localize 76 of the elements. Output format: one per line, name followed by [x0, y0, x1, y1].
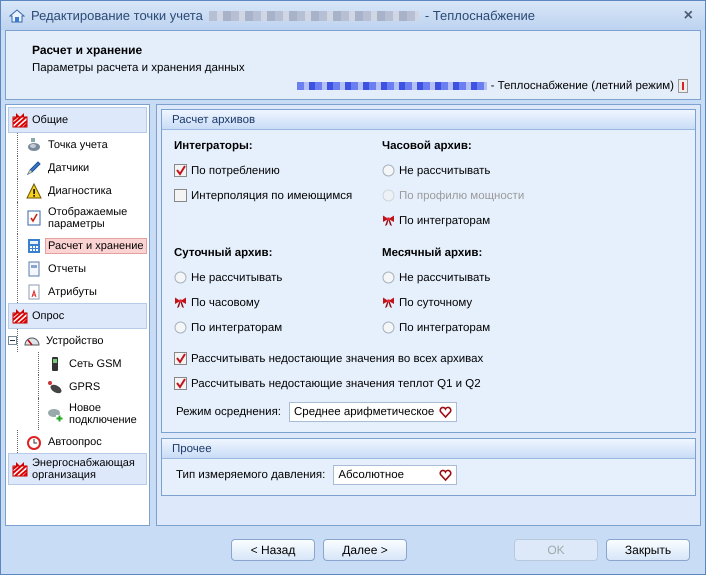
- gift-icon: [12, 461, 28, 477]
- radio-button[interactable]: [382, 271, 395, 284]
- bow-icon[interactable]: [382, 214, 395, 227]
- group-heading: Суточный архив:: [174, 247, 274, 259]
- field-label: Режим осреднения:: [176, 406, 281, 418]
- checkbox[interactable]: [174, 189, 187, 202]
- option-label[interactable]: Не рассчитывать: [191, 272, 282, 284]
- thermometer-icon: [678, 79, 688, 93]
- field-label: Тип измеряемого давления:: [176, 469, 326, 481]
- document-icon: [26, 260, 42, 276]
- radio-button[interactable]: [174, 271, 187, 284]
- dropdown[interactable]: Абсолютное: [333, 465, 458, 485]
- sidebar-item[interactable]: Автоопрос: [45, 434, 147, 450]
- window-title: - Теплоснабжение: [424, 8, 536, 23]
- bow-icon[interactable]: [382, 296, 395, 309]
- dialog-button[interactable]: < Назад: [231, 539, 315, 561]
- panel-title: Прочее: [162, 439, 695, 459]
- option-label[interactable]: По суточному: [399, 296, 472, 308]
- checklist-icon: [26, 210, 42, 226]
- sidebar-item[interactable]: Датчики: [45, 160, 147, 176]
- option-label[interactable]: По потреблению: [191, 164, 280, 176]
- gift-icon: [12, 112, 28, 128]
- sidebar-item[interactable]: Сеть GSM: [66, 356, 147, 372]
- document-icon: [26, 284, 42, 300]
- sidebar-item[interactable]: Точка учета: [45, 136, 147, 152]
- dropdown-arrow-icon[interactable]: [439, 406, 452, 418]
- sidebar-item[interactable]: Устройство: [43, 332, 147, 348]
- sidebar-group[interactable]: Опрос: [8, 303, 147, 329]
- group-heading: Часовой архив:: [382, 140, 473, 152]
- sidebar-group[interactable]: Общие: [8, 107, 147, 133]
- radio-button[interactable]: [382, 321, 395, 334]
- checkbox[interactable]: [174, 164, 187, 177]
- alarm-clock-icon: [26, 434, 42, 450]
- checkbox[interactable]: [174, 377, 187, 390]
- sidebar-item[interactable]: Отображаемые параметры: [45, 204, 147, 232]
- dialog-button[interactable]: Закрыть: [606, 539, 690, 561]
- sidebar-item[interactable]: Расчет и хранение: [45, 238, 147, 254]
- add-connection-icon: [47, 406, 63, 422]
- mode-label: - Теплоснабжение (летний режим): [490, 80, 674, 92]
- group-heading: Месячный архив:: [382, 247, 484, 259]
- radio-button[interactable]: [174, 321, 187, 334]
- checkbox[interactable]: [174, 352, 187, 365]
- option-label[interactable]: По часовому: [191, 296, 260, 308]
- group-heading: Интеграторы:: [174, 140, 254, 152]
- pencil-icon: [26, 160, 42, 176]
- sidebar-item[interactable]: Диагностика: [45, 182, 147, 198]
- window-title: Редактирование точки учета: [31, 8, 203, 23]
- page-subtitle: Параметры расчета и хранения данных: [32, 62, 246, 74]
- panel-title: Расчет архивов: [162, 110, 695, 130]
- option-label[interactable]: Рассчитывать недостающие значения во всех архивах: [191, 352, 484, 364]
- option-label[interactable]: По интеграторам: [399, 322, 490, 334]
- option-label[interactable]: Интерполяция по имеющимся: [191, 190, 352, 202]
- bow-icon[interactable]: [174, 296, 187, 309]
- faucet-icon: [26, 136, 42, 152]
- calculator-icon: [26, 238, 42, 254]
- sidebar-item[interactable]: GPRS: [66, 378, 147, 394]
- option-label[interactable]: По интеграторам: [191, 322, 282, 334]
- close-button[interactable]: ×: [680, 6, 697, 24]
- gift-icon: [12, 308, 28, 324]
- dialog-button[interactable]: Далее >: [323, 539, 407, 561]
- radio-button[interactable]: [382, 164, 395, 177]
- collapse-icon[interactable]: [8, 336, 17, 345]
- sidebar-item[interactable]: Новое подключение: [66, 400, 147, 428]
- dropdown[interactable]: Среднее арифметическое: [289, 402, 457, 422]
- option-label[interactable]: Не рассчитывать: [399, 164, 490, 176]
- home-icon: [9, 8, 25, 24]
- sidebar-item[interactable]: Атрибуты: [45, 284, 147, 300]
- option-label[interactable]: Не рассчитывать: [399, 272, 490, 284]
- option-label[interactable]: Рассчитывать недостающие значения теплот Q1 и Q2: [191, 378, 481, 390]
- modem-icon: [47, 378, 63, 394]
- option-label[interactable]: По интеграторам: [399, 214, 490, 226]
- sidebar-group[interactable]: Энергоснабжающая организация: [8, 453, 147, 485]
- warning-icon: [26, 182, 42, 198]
- sidebar-item[interactable]: Отчеты: [45, 260, 147, 276]
- page-title: Расчет и хранение: [32, 43, 144, 57]
- dropdown-arrow-icon[interactable]: [439, 468, 452, 482]
